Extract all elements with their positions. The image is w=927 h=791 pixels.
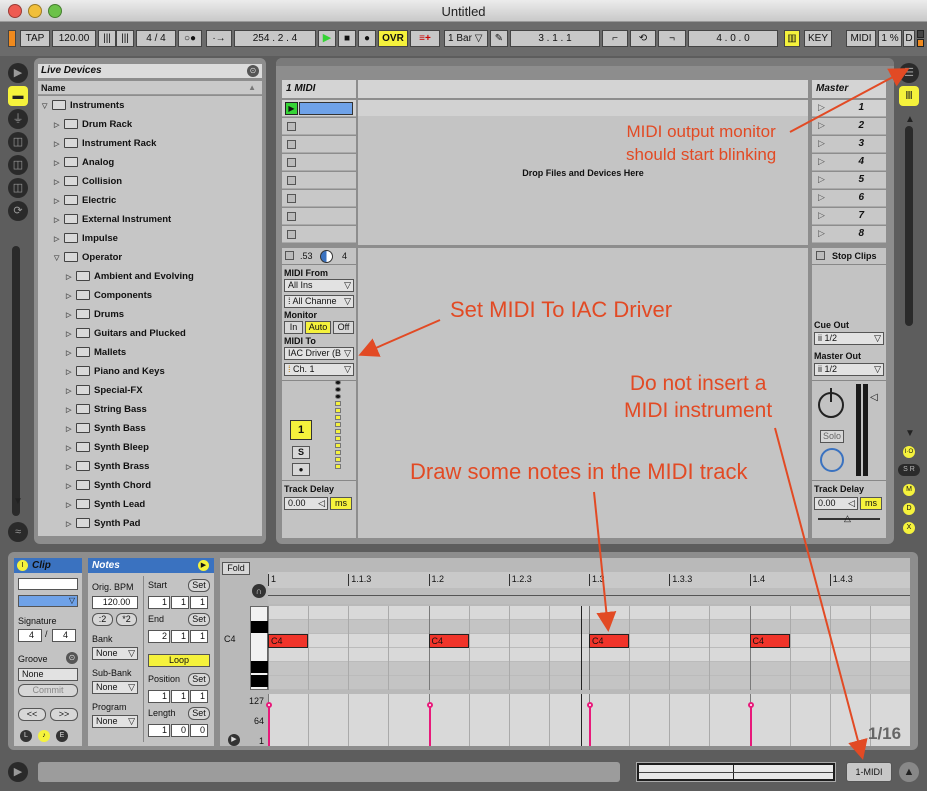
arrow-to-midi-to (358, 319, 441, 357)
annotation-arrows (358, 68, 910, 760)
annotation-set-midi: Set MIDI To IAC Driver (450, 297, 673, 322)
arrow-to-midi-monitor (789, 68, 910, 133)
annotation-midi-monitor: MIDI output monitor should start blinking (626, 120, 776, 166)
annotation-no-instrument-line: Do not insert a MIDI instrument (624, 370, 772, 424)
annotation-no-instrument-text: MIDI instrument (624, 399, 773, 422)
arrow-to-track (774, 427, 868, 760)
arrow-to-notes (593, 491, 617, 632)
annotation-no-instrument: Do not insert a MIDI instrument (624, 370, 772, 424)
annotation-midi-monitor-text: should start blinking (626, 145, 777, 164)
annotation-midi-monitor-line: MIDI output monitor should start blinking (626, 120, 776, 166)
annotation-no-instrument-text: Do not insert a (629, 372, 767, 395)
annotation-draw-notes: Draw some notes in the MIDI track (410, 459, 748, 484)
annotation-midi-monitor-text: MIDI output monitor (626, 122, 776, 141)
